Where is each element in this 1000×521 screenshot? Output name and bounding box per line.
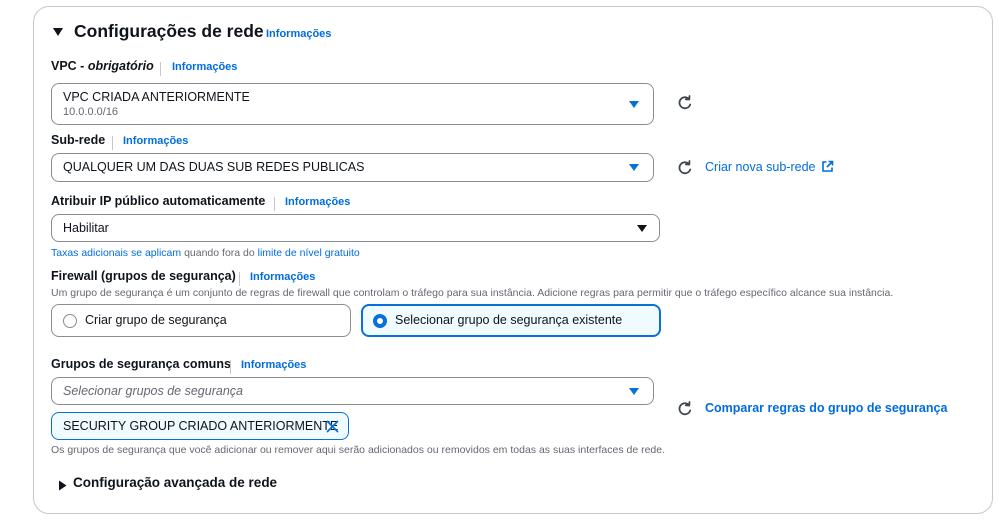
chevron-down-icon <box>629 101 639 108</box>
radio-button-icon <box>63 314 77 328</box>
vpc-refresh-icon[interactable] <box>677 95 693 111</box>
create-subnet-link-text[interactable]: Criar nova sub-rede <box>705 160 815 174</box>
common-groups-separator <box>230 358 231 376</box>
advanced-network-config-toggle[interactable]: Configuração avançada de rede <box>73 475 277 490</box>
subnet-separator <box>112 134 113 152</box>
subnet-refresh-icon[interactable] <box>677 160 693 176</box>
remove-token-close-icon[interactable] <box>326 420 339 433</box>
network-settings-panel: Configurações de rede Informações VPC - … <box>33 6 993 514</box>
public-ip-note-text: quando fora do <box>181 247 258 259</box>
vpc-label-text: VPC - <box>51 59 88 73</box>
public-ip-label: Atribuir IP público automaticamente <box>51 194 266 208</box>
common-groups-info-link[interactable]: Informações <box>241 359 306 371</box>
vpc-label: VPC - obrigatório <box>51 59 154 73</box>
compare-rules-link[interactable]: Comparar regras do grupo de segurança <box>705 401 947 415</box>
common-groups-label: Grupos de segurança comuns <box>51 357 231 371</box>
section-info-link[interactable]: Informações <box>266 28 331 40</box>
additional-fees-link[interactable]: Taxas adicionais se aplicam <box>51 247 181 259</box>
subnet-select[interactable]: QUALQUER UM DAS DUAS SUB REDES PUBLICAS <box>51 153 654 182</box>
free-tier-limit-link[interactable]: limite de nível gratuito <box>258 247 360 259</box>
firewall-info-link[interactable]: Informações <box>250 271 315 283</box>
radio-button-selected-icon <box>373 314 387 328</box>
vpc-separator <box>160 60 161 78</box>
subnet-select-value: QUALQUER UM DAS DUAS SUB REDES PUBLICAS <box>63 160 365 174</box>
common-groups-note: Os grupos de segurança que você adiciona… <box>51 444 666 456</box>
subnet-label: Sub-rede <box>51 133 106 147</box>
public-ip-separator <box>274 195 275 213</box>
radio-create-label: Criar grupo de segurança <box>85 313 227 327</box>
radio-select-label: Selecionar grupo de segurança existente <box>395 313 623 327</box>
public-ip-select[interactable]: Habilitar <box>51 214 660 242</box>
external-link-icon <box>822 160 834 172</box>
firewall-description: Um grupo de segurança é um conjunto de r… <box>51 287 894 299</box>
section-collapse-icon[interactable] <box>52 25 64 43</box>
vpc-select-cidr: 10.0.0.0/16 <box>63 106 119 118</box>
security-group-token-label: SECURITY GROUP CRIADO ANTERIORMENTE <box>63 419 339 433</box>
security-groups-select[interactable]: Selecionar grupos de segurança <box>51 377 654 405</box>
security-groups-placeholder: Selecionar grupos de segurança <box>63 384 243 398</box>
create-subnet-link[interactable]: Criar nova sub-rede <box>705 160 834 174</box>
public-ip-note: Taxas adicionais se aplicam quando fora … <box>51 247 360 259</box>
vpc-required-text: obrigatório <box>87 59 154 73</box>
subnet-info-link[interactable]: Informações <box>123 135 188 147</box>
firewall-label: Firewall (grupos de segurança) <box>51 269 236 283</box>
radio-create-security-group[interactable]: Criar grupo de segurança <box>51 304 351 337</box>
chevron-down-icon <box>629 164 639 171</box>
security-groups-refresh-icon[interactable] <box>677 401 693 417</box>
firewall-separator <box>239 270 240 288</box>
vpc-select-value: VPC CRIADA ANTERIORMENTE <box>63 90 250 104</box>
section-title[interactable]: Configurações de rede <box>74 21 264 42</box>
chevron-down-icon <box>629 388 639 395</box>
vpc-info-link[interactable]: Informações <box>172 61 237 73</box>
public-ip-select-value: Habilitar <box>63 221 109 235</box>
advanced-expand-icon[interactable] <box>58 478 67 496</box>
vpc-select[interactable]: VPC CRIADA ANTERIORMENTE 10.0.0.0/16 <box>51 83 654 125</box>
public-ip-info-link[interactable]: Informações <box>285 196 350 208</box>
security-group-token: SECURITY GROUP CRIADO ANTERIORMENTE <box>51 412 349 440</box>
chevron-down-icon <box>637 225 647 232</box>
radio-select-existing-security-group[interactable]: Selecionar grupo de segurança existente <box>361 304 661 337</box>
